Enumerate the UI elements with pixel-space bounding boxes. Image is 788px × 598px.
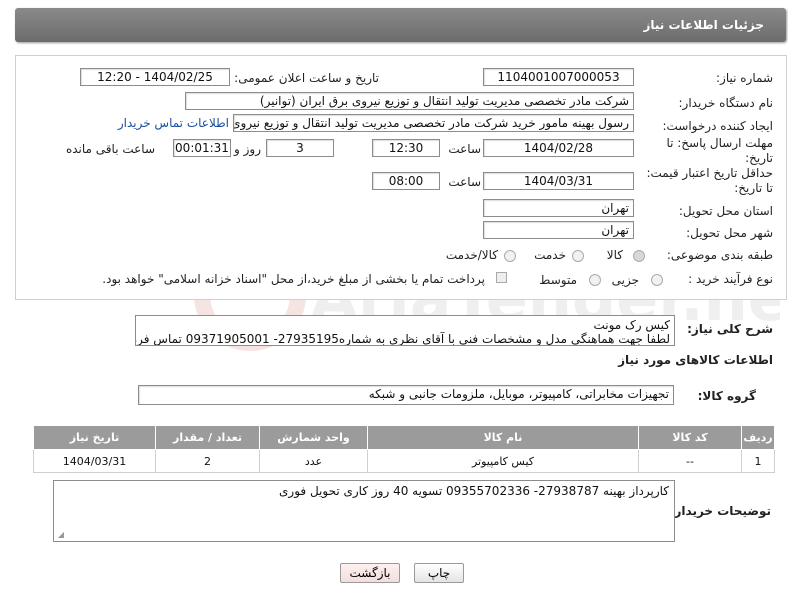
price-validity-time[interactable]: 08:00 — [372, 172, 440, 190]
cell-item-code: -- — [638, 449, 742, 473]
category-label: طبقه بندی موضوعی: — [666, 248, 773, 262]
goods-section-title: اطلاعات کالاهای مورد نیاز — [618, 353, 773, 367]
buyer-org-label: نام دستگاه خریدار: — [678, 96, 774, 110]
items-table: ردیف کد کالا نام کالا واحد شمارش تعداد /… — [33, 425, 775, 473]
table-row: 1 -- کیس کامپیوتر عدد 2 1404/03/31 — [33, 449, 775, 473]
reply-deadline-label: مهلت ارسال پاسخ: تا — [666, 136, 773, 150]
description-line-2: لطفا جهت هماهنگی مدل و مشخصات فنی با آقا… — [136, 332, 670, 346]
reply-deadline-date[interactable]: 1404/02/28 — [483, 139, 634, 157]
price-validity-label: حداقل تاریخ اعتبار قیمت: — [646, 166, 773, 180]
panel-header: جزئیات اطلاعات نیاز — [15, 8, 786, 42]
col-header-quantity: تعداد / مقدار — [155, 425, 260, 450]
process-type-label: نوع فرآیند خرید : — [688, 272, 773, 286]
treasury-payment-checkbox[interactable] — [496, 272, 507, 283]
page-title: جزئیات اطلاعات نیاز — [643, 18, 764, 32]
cell-item-name: کیس کامپیوتر — [367, 449, 639, 473]
announce-datetime-field[interactable]: 1404/02/25 - 12:20 — [80, 68, 230, 86]
process-option-minor: جزیی — [611, 273, 639, 287]
announce-datetime-label: تاریخ و ساعت اعلان عمومی: — [234, 71, 379, 85]
description-label: شرح کلی نیاز: — [687, 322, 773, 336]
col-header-item-name: نام کالا — [367, 425, 639, 450]
col-header-need-date: تاریخ نیاز — [33, 425, 156, 450]
remaining-days-field[interactable]: 3 — [266, 139, 334, 157]
cell-quantity: 2 — [155, 449, 260, 473]
resize-grip-icon[interactable]: ◢ — [56, 531, 64, 539]
process-option-medium: متوسط — [539, 273, 577, 287]
category-option-service: خدمت — [534, 248, 566, 262]
delivery-province-field[interactable]: تهران — [483, 199, 634, 217]
need-number-label: شماره نیاز: — [716, 71, 773, 85]
items-table-header-row: ردیف کد کالا نام کالا واحد شمارش تعداد /… — [33, 425, 775, 450]
price-validity-label-line2: تا تاریخ: — [734, 181, 773, 195]
back-button[interactable]: بازگشت — [340, 563, 400, 583]
description-box[interactable]: کیس رک مونت لطفا جهت هماهنگی مدل و مشخصا… — [135, 315, 675, 346]
remaining-time-label: ساعت باقی مانده — [65, 142, 155, 156]
description-line-1: کیس رک مونت — [593, 318, 670, 332]
buyer-notes-text: کارپرداز بهینه 27938787- 09355702336 تسو… — [279, 484, 669, 498]
col-header-row-number: ردیف — [741, 425, 775, 450]
requester-field[interactable]: رسول بهینه مامور خرید شرکت مادر تخصصی مد… — [233, 114, 634, 132]
need-number-field[interactable]: 1104001007000053 — [483, 68, 634, 86]
goods-group-label: گروه کالا: — [697, 389, 756, 403]
buyer-org-field[interactable]: شرکت مادر تخصصی مدیریت تولید انتقال و تو… — [185, 92, 634, 110]
category-radio-goods[interactable] — [633, 250, 645, 262]
print-button[interactable]: چاپ — [414, 563, 464, 583]
cell-unit: عدد — [259, 449, 368, 473]
goods-group-field[interactable]: تجهیزات مخابراتی، کامپیوتر، موبایل، ملزو… — [138, 385, 674, 405]
price-validity-date[interactable]: 1404/03/31 — [483, 172, 634, 190]
process-radio-medium[interactable] — [589, 274, 601, 286]
category-radio-service[interactable] — [572, 250, 584, 262]
delivery-city-label: شهر محل تحویل: — [686, 226, 773, 240]
days-label: روز و — [234, 142, 261, 156]
delivery-city-field[interactable]: تهران — [483, 221, 634, 239]
price-validity-time-label: ساعت — [448, 175, 481, 189]
category-option-goods: کالا — [606, 248, 623, 262]
reply-time-field[interactable]: 12:30 — [372, 139, 440, 157]
remaining-time-field[interactable]: 00:01:31 — [173, 139, 231, 157]
cell-need-date: 1404/03/31 — [33, 449, 156, 473]
col-header-item-code: کد کالا — [638, 425, 742, 450]
category-radio-goods-service[interactable] — [504, 250, 516, 262]
buyer-contact-link[interactable]: اطلاعات تماس خریدار — [118, 116, 229, 130]
col-header-unit: واحد شمارش — [259, 425, 368, 450]
delivery-province-label: استان محل تحویل: — [678, 204, 773, 218]
reply-deadline-label-line2: تاریخ: — [745, 151, 773, 165]
buyer-notes-label: توضیحات خریدار: — [669, 504, 771, 518]
reply-time-label: ساعت — [448, 142, 481, 156]
requester-label: ایجاد کننده درخواست: — [662, 119, 773, 133]
process-radio-minor[interactable] — [651, 274, 663, 286]
buyer-notes-box[interactable]: کارپرداز بهینه 27938787- 09355702336 تسو… — [53, 480, 675, 542]
category-option-goods-service: کالا/خدمت — [445, 248, 498, 262]
treasury-payment-note: پرداخت تمام یا بخشی از مبلغ خرید،از محل … — [102, 272, 485, 286]
cell-row-number: 1 — [741, 449, 775, 473]
